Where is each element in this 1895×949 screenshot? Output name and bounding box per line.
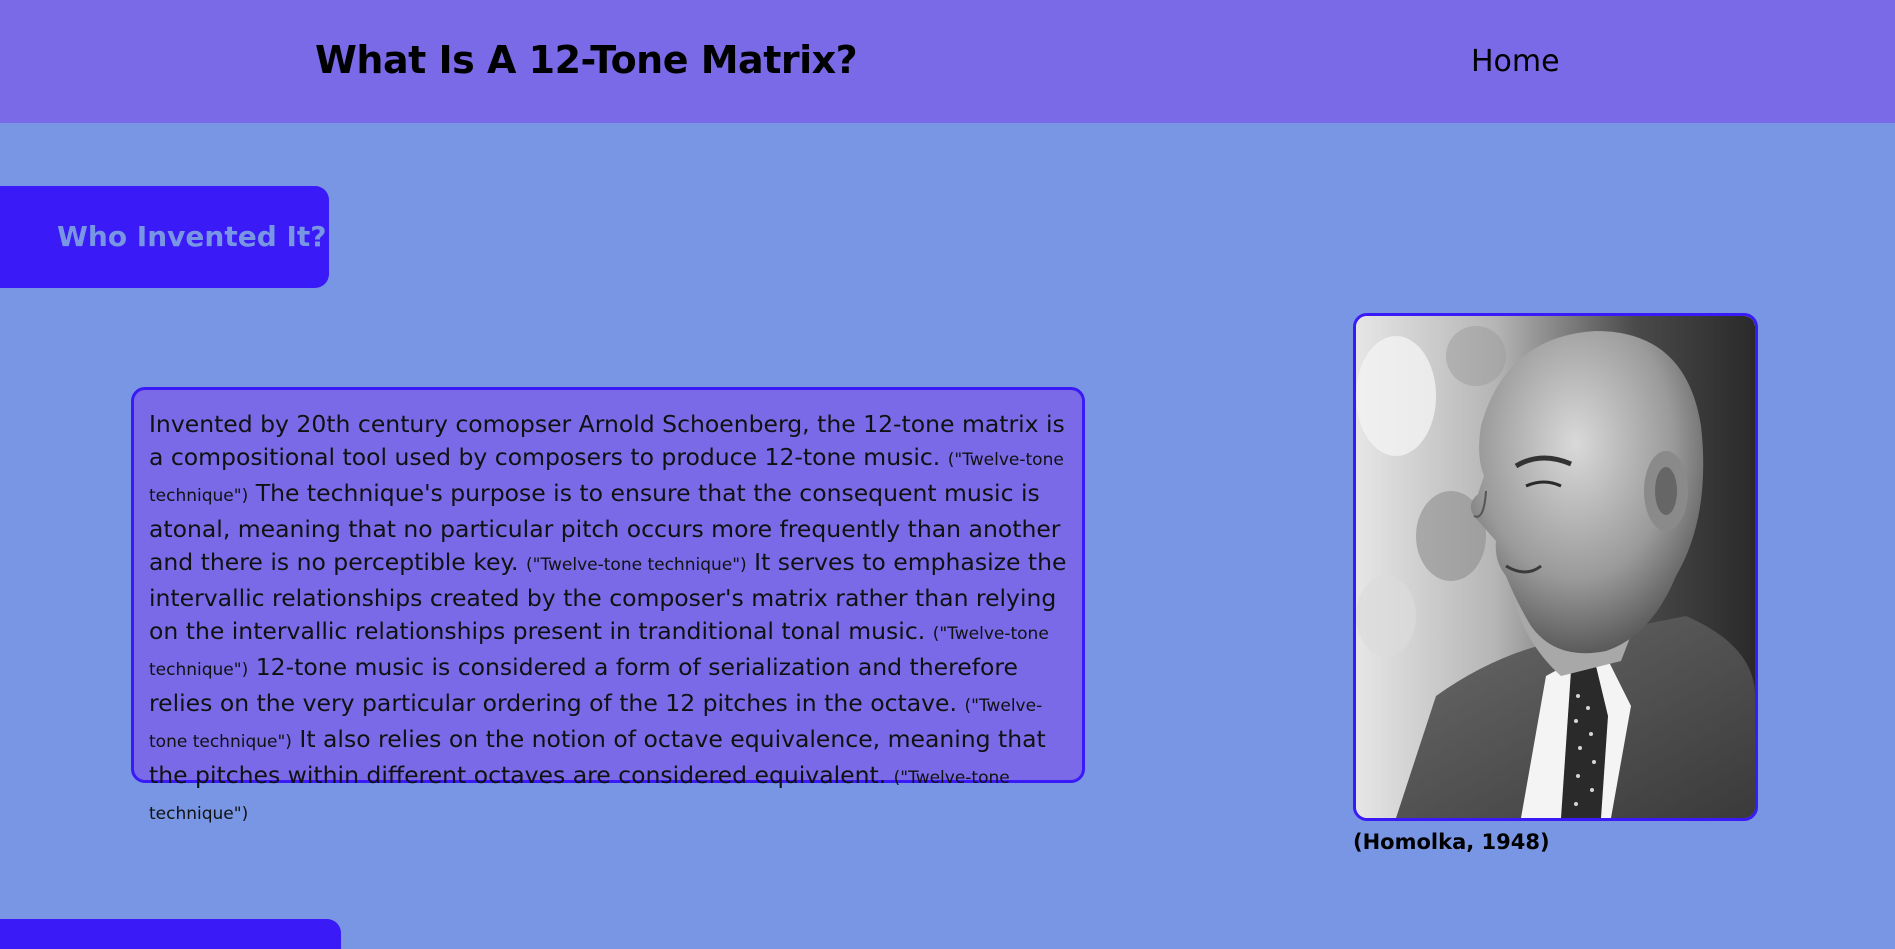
article-sentence: 12-tone music is considered a form of se…: [149, 653, 1018, 717]
photo-caption: (Homolka, 1948): [1353, 830, 1550, 854]
nav-home-link[interactable]: Home: [1471, 44, 1560, 79]
citation: ("Twelve-tone technique"): [525, 555, 747, 575]
next-section-tab: [0, 919, 341, 949]
portrait-photo: [1353, 313, 1758, 821]
page-title: What Is A 12-Tone Matrix?: [315, 38, 858, 82]
article-sentence: Invented by 20th century comopser Arnold…: [149, 410, 1065, 471]
article-text-card: Invented by 20th century comopser Arnold…: [131, 387, 1085, 824]
site-header: What Is A 12-Tone Matrix? Home: [0, 0, 1895, 123]
section-heading: Who Invented It?: [57, 220, 327, 253]
portrait-illustration: [1356, 316, 1755, 818]
section-tab-who-invented: Who Invented It?: [0, 186, 329, 288]
